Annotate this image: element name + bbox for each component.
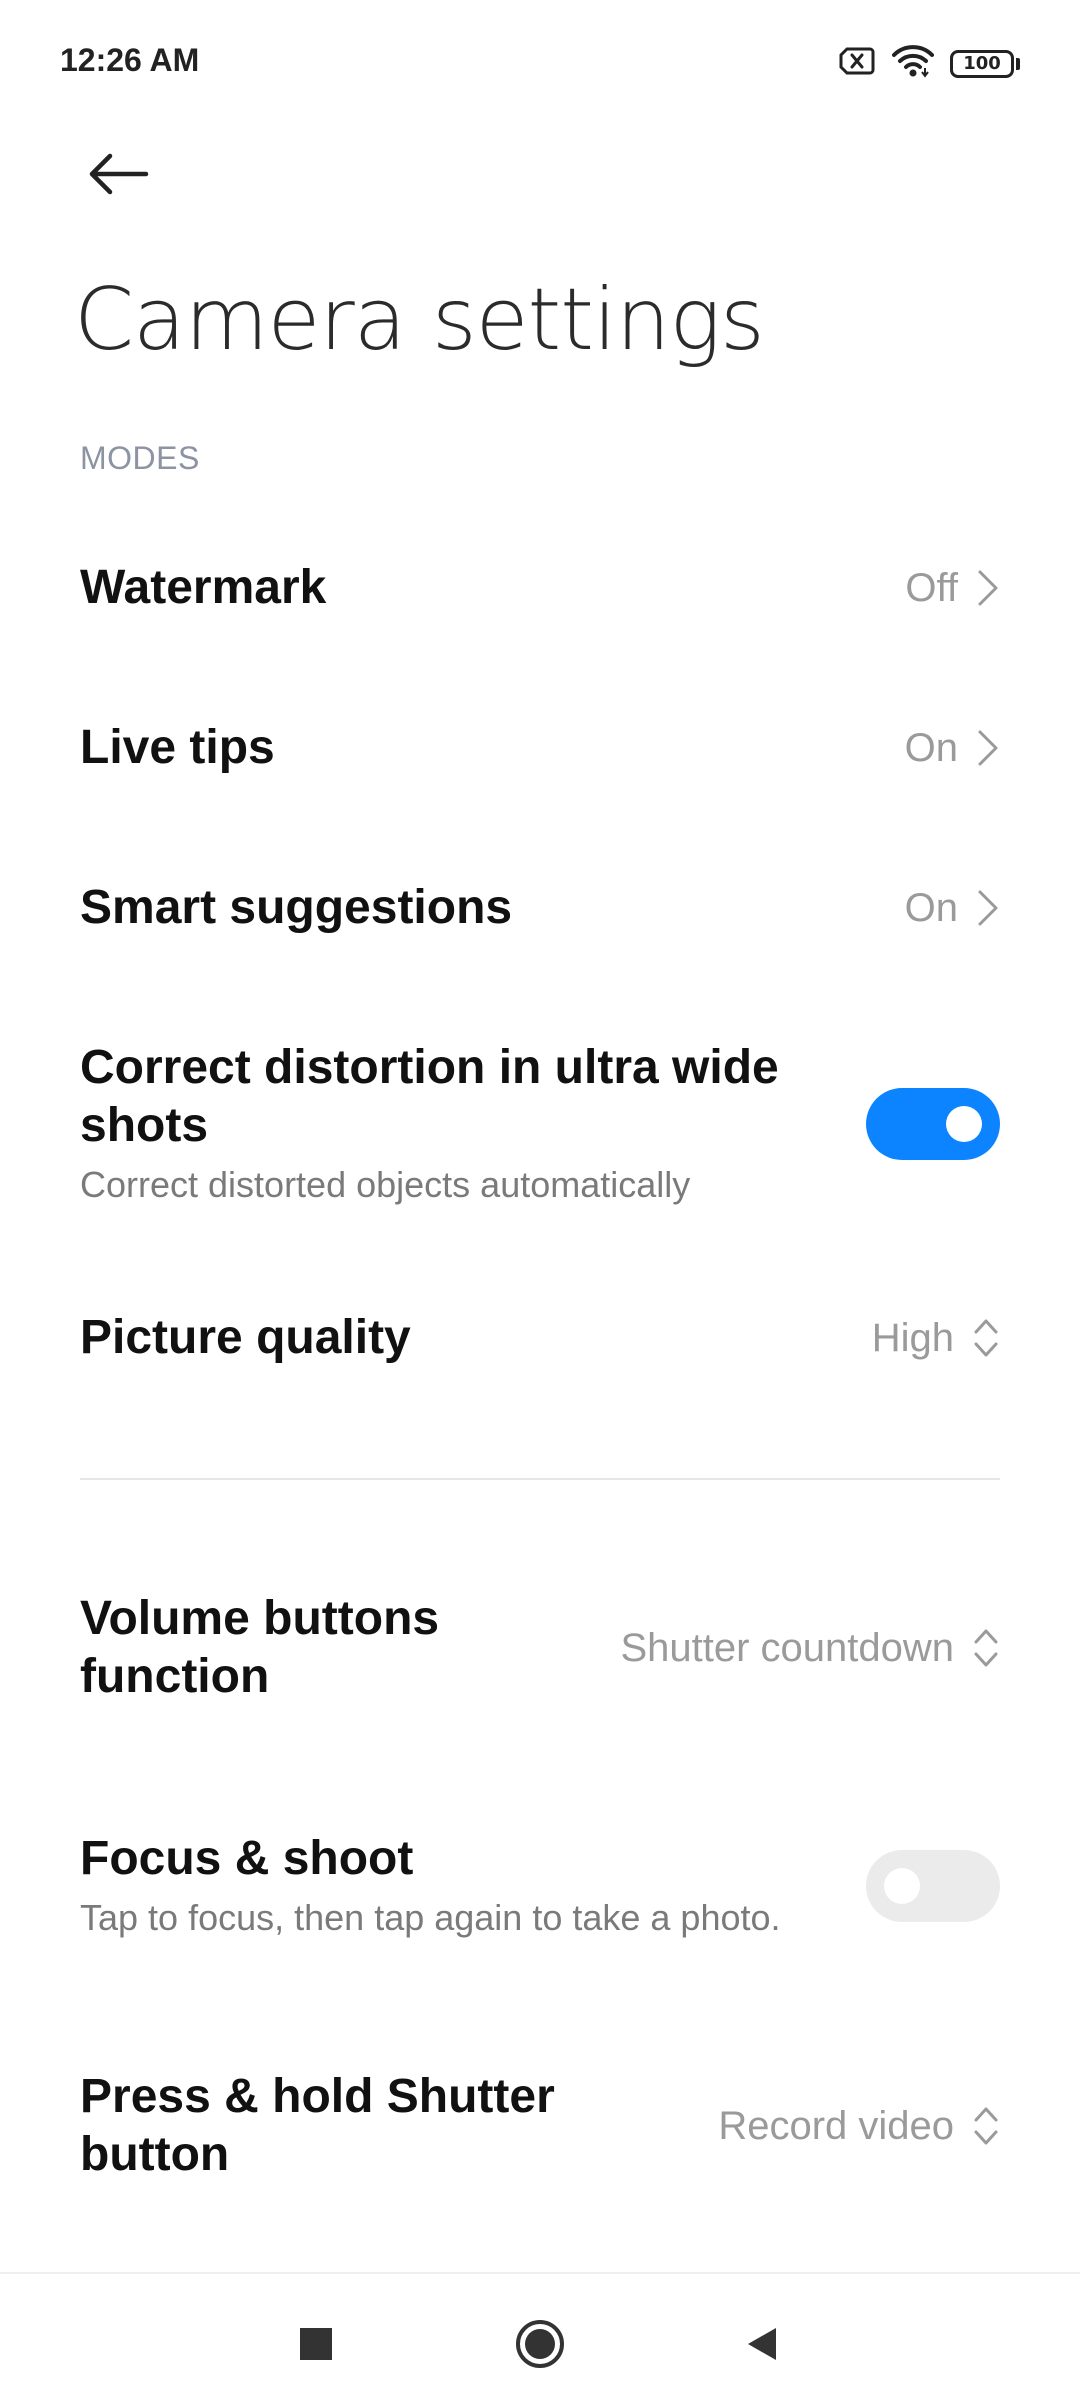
setting-focus-and-shoot[interactable]: Focus & shoot Tap to focus, then tap aga…: [80, 1806, 1000, 1966]
triangle-left-icon: [748, 2328, 776, 2360]
chevron-up-down-icon: [974, 2107, 998, 2145]
chevron-up-down-icon: [974, 1629, 998, 1667]
setting-title: Picture quality: [80, 1311, 411, 1364]
setting-subtitle: Tap to focus, then tap again to take a p…: [80, 1897, 781, 1938]
setting-title: Press & hold Shutter button: [80, 2070, 555, 2181]
navigation-bar: [0, 2272, 1080, 2402]
setting-title: Watermark: [80, 561, 327, 614]
sim-off-icon: [838, 46, 876, 81]
battery-icon: 100: [950, 49, 1020, 78]
page-title: Camera settings: [74, 270, 765, 370]
setting-live-tips[interactable]: Live tips On: [80, 704, 1000, 792]
setting-value: Shutter countdown: [620, 1625, 954, 1670]
chevron-right-icon: [978, 890, 998, 926]
setting-value: Off: [905, 565, 958, 610]
setting-smart-suggestions[interactable]: Smart suggestions On: [80, 864, 1000, 952]
toggle-knob: [884, 1868, 920, 1904]
setting-correct-distortion[interactable]: Correct distortion in ultra wide shots C…: [80, 1036, 1000, 1212]
status-icons: 100: [838, 44, 1020, 83]
square-icon: [300, 2328, 332, 2360]
chevron-up-down-icon: [974, 1319, 998, 1357]
setting-title: Smart suggestions: [80, 881, 513, 934]
setting-value: On: [904, 885, 958, 930]
status-bar: 12:26 AM 100: [0, 0, 1080, 128]
section-header-modes: MODES: [80, 440, 200, 476]
correct-distortion-toggle[interactable]: [866, 1088, 1000, 1160]
section-divider: [80, 1478, 1000, 1480]
circle-icon: [516, 2320, 564, 2368]
home-button[interactable]: [500, 2304, 580, 2384]
setting-value: Record video: [718, 2103, 954, 2148]
chevron-right-icon: [978, 570, 998, 606]
chevron-right-icon: [978, 730, 998, 766]
status-time: 12:26 AM: [60, 42, 200, 78]
setting-title: Volume buttons function: [80, 1592, 440, 1703]
battery-level: 100: [950, 49, 1014, 78]
setting-picture-quality[interactable]: Picture quality High: [80, 1294, 1000, 1382]
setting-watermark[interactable]: Watermark Off: [80, 544, 1000, 632]
focus-and-shoot-toggle[interactable]: [866, 1850, 1000, 1922]
toggle-knob: [946, 1106, 982, 1142]
setting-title: Correct distortion in ultra wide shots: [80, 1041, 779, 1152]
setting-volume-buttons-function[interactable]: Volume buttons function Shutter countdow…: [80, 1590, 1000, 1706]
wifi-icon: [892, 44, 934, 83]
setting-value: High: [871, 1315, 954, 1360]
setting-subtitle: Correct distorted objects automatically: [80, 1164, 691, 1205]
recents-button[interactable]: [276, 2304, 356, 2384]
back-nav-button[interactable]: [722, 2304, 802, 2384]
setting-title: Live tips: [80, 721, 275, 774]
setting-press-hold-shutter[interactable]: Press & hold Shutter button Record video: [80, 2068, 1000, 2184]
arrow-left-icon: [89, 153, 149, 195]
back-button[interactable]: [78, 138, 158, 210]
setting-title: Focus & shoot: [80, 1832, 414, 1885]
setting-value: On: [904, 725, 958, 770]
